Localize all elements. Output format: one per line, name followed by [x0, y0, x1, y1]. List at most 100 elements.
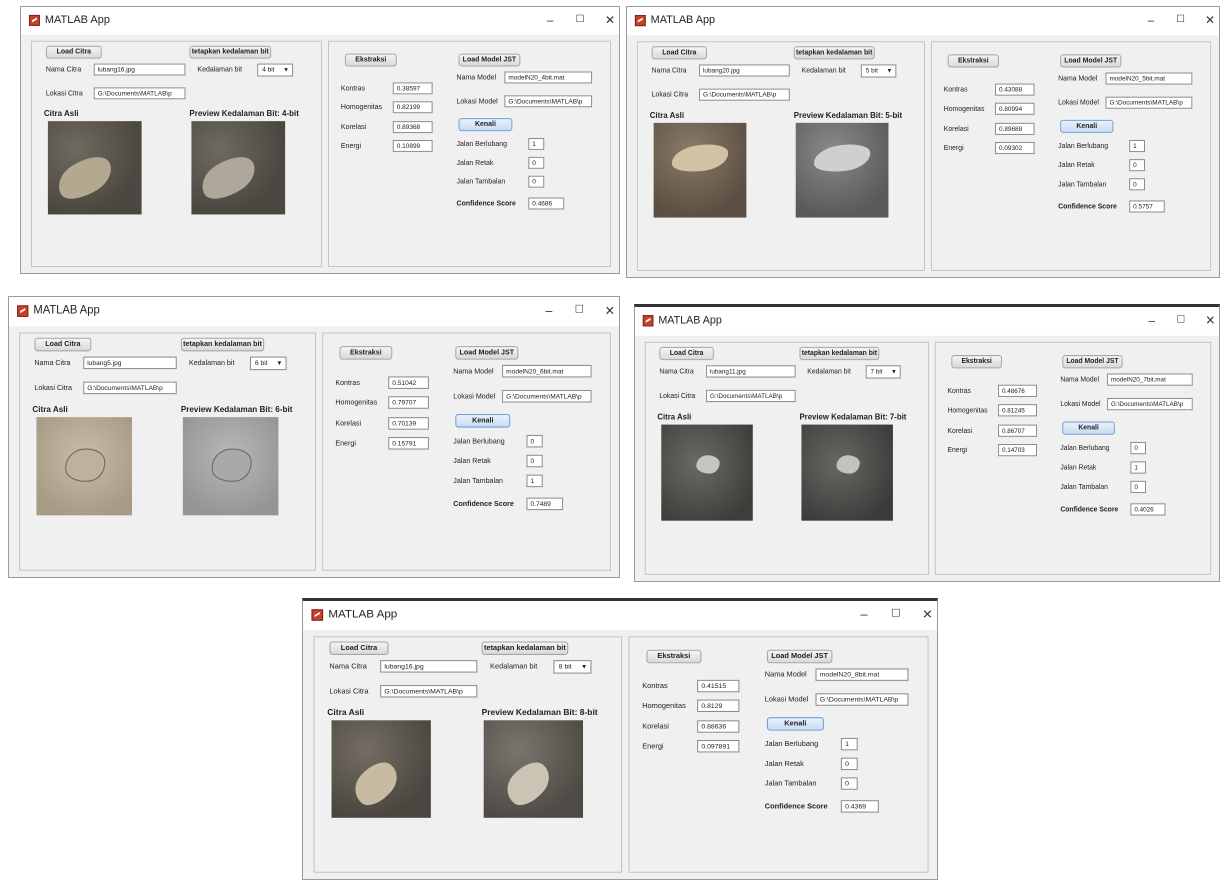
jalan-berlubang-field[interactable]: 0: [1130, 441, 1146, 455]
jalan-berlubang-field[interactable]: 1: [528, 138, 545, 150]
homogenitas-field[interactable]: 0.80994: [995, 102, 1035, 115]
lokasi-citra-field[interactable]: G:\Documents\MATLAB\p: [380, 685, 478, 698]
korelasi-field[interactable]: 0.70139: [388, 417, 429, 430]
jalan-retak-field[interactable]: 1: [1130, 461, 1146, 474]
tetapkan-kedalaman-bit-button[interactable]: tetapkan kedalaman bit: [793, 46, 875, 60]
kedalaman-bit-dropdown[interactable]: 7 bit ▼: [865, 365, 901, 379]
kontras-field[interactable]: 0.38597: [392, 82, 433, 95]
nama-citra-field[interactable]: lubang16.jpg: [380, 660, 478, 673]
jalan-retak-field[interactable]: 0: [526, 454, 543, 468]
title-bar[interactable]: MATLAB App – ☐ ✕: [21, 7, 619, 35]
korelasi-field[interactable]: 0.89368: [392, 121, 433, 134]
title-bar[interactable]: MATLAB App – ☐ ✕: [635, 307, 1219, 336]
minimize-icon[interactable]: –: [536, 301, 562, 320]
jalan-retak-field[interactable]: 0: [1129, 159, 1145, 172]
kontras-field[interactable]: 0.41515: [697, 679, 740, 693]
homogenitas-field[interactable]: 0.82199: [392, 101, 433, 114]
jalan-berlubang-field[interactable]: 0: [526, 434, 543, 448]
kenali-button[interactable]: Kenali: [1060, 119, 1114, 133]
nama-model-field[interactable]: modelN20_5bit.mat: [1105, 72, 1193, 85]
lokasi-model-field[interactable]: G:\Documents\MATLAB\p: [815, 693, 909, 706]
load-model-jst-button[interactable]: Load Model JST: [455, 346, 519, 360]
korelasi-field[interactable]: 0.86707: [998, 424, 1037, 437]
kedalaman-bit-dropdown[interactable]: 6 bit ▼: [249, 356, 287, 371]
minimize-icon[interactable]: –: [850, 605, 877, 624]
maximize-icon[interactable]: ☐: [1168, 11, 1194, 29]
lokasi-citra-field[interactable]: G:\Documents\MATLAB\p: [706, 389, 796, 403]
energi-field[interactable]: 0.14703: [998, 444, 1037, 457]
kontras-field[interactable]: 0.48676: [998, 384, 1037, 397]
title-bar[interactable]: MATLAB App – ☐ ✕: [627, 7, 1219, 36]
close-icon[interactable]: ✕: [597, 11, 619, 29]
confidence-score-field[interactable]: 0.5757: [1129, 200, 1165, 213]
korelasi-field[interactable]: 0.88636: [697, 720, 740, 733]
lokasi-model-field[interactable]: G:\Documents\MATLAB\p: [1107, 397, 1193, 411]
nama-model-field[interactable]: modelN20_8bit.mat: [815, 668, 909, 681]
lokasi-model-field[interactable]: G:\Documents\MATLAB\p: [504, 95, 593, 108]
confidence-score-field[interactable]: 0.4026: [1130, 503, 1166, 516]
load-citra-button[interactable]: Load Citra: [651, 46, 707, 60]
kedalaman-bit-dropdown[interactable]: 4 bit ▼: [257, 63, 294, 77]
korelasi-field[interactable]: 0.89688: [995, 122, 1035, 135]
kenali-button[interactable]: Kenali: [766, 717, 824, 731]
nama-citra-field[interactable]: lubang5.jpg: [83, 356, 177, 370]
ekstraksi-button[interactable]: Ekstraksi: [646, 649, 702, 664]
lokasi-citra-field[interactable]: G:\Documents\MATLAB\p: [83, 381, 177, 395]
minimize-icon[interactable]: –: [1139, 311, 1164, 329]
homogenitas-field[interactable]: 0.79707: [388, 396, 429, 409]
lokasi-citra-field[interactable]: G:\Documents\MATLAB\p: [93, 87, 186, 100]
energi-field[interactable]: 0.09302: [995, 142, 1035, 155]
close-icon[interactable]: ✕: [1197, 11, 1219, 29]
load-citra-button[interactable]: Load Citra: [329, 641, 389, 655]
jalan-retak-field[interactable]: 0: [840, 757, 858, 771]
maximize-icon[interactable]: ☐: [1168, 311, 1193, 329]
kedalaman-bit-dropdown[interactable]: 5 bit ▼: [860, 64, 897, 78]
tetapkan-kedalaman-bit-button[interactable]: tetapkan kedalaman bit: [481, 641, 569, 655]
jalan-retak-field[interactable]: 0: [528, 156, 545, 169]
close-icon[interactable]: ✕: [914, 605, 937, 624]
close-icon[interactable]: ✕: [1198, 311, 1219, 329]
load-model-jst-button[interactable]: Load Model JST: [1062, 355, 1123, 369]
nama-model-field[interactable]: modelN20_7bit.mat: [1107, 373, 1193, 386]
energi-field[interactable]: 0.10899: [392, 140, 433, 152]
load-model-jst-button[interactable]: Load Model JST: [1060, 54, 1122, 68]
energi-field[interactable]: 0.15791: [388, 437, 429, 450]
kenali-button[interactable]: Kenali: [458, 118, 513, 132]
homogenitas-field[interactable]: 0.8129: [697, 699, 740, 712]
minimize-icon[interactable]: –: [1138, 11, 1164, 29]
jalan-tambalan-field[interactable]: 1: [526, 474, 543, 488]
minimize-icon[interactable]: –: [537, 11, 563, 29]
title-bar[interactable]: MATLAB App – ☐ ✕: [303, 601, 937, 631]
nama-citra-field[interactable]: lubang16.jpg: [93, 63, 186, 76]
nama-citra-field[interactable]: lubang11.jpg: [706, 365, 796, 378]
confidence-score-field[interactable]: 0.4686: [528, 197, 565, 210]
ekstraksi-button[interactable]: Ekstraksi: [947, 54, 999, 68]
confidence-score-field[interactable]: 0.7489: [526, 497, 564, 511]
lokasi-model-field[interactable]: G:\Documents\MATLAB\p: [1105, 96, 1193, 109]
nama-model-field[interactable]: modelN20_4bit.mat: [504, 71, 593, 84]
jalan-tambalan-field[interactable]: 0: [1130, 480, 1146, 494]
jalan-tambalan-field[interactable]: 0: [840, 777, 858, 790]
tetapkan-kedalaman-bit-button[interactable]: tetapkan kedalaman bit: [799, 346, 880, 361]
kenali-button[interactable]: Kenali: [455, 414, 511, 428]
tetapkan-kedalaman-bit-button[interactable]: tetapkan kedalaman bit: [180, 337, 265, 352]
lokasi-model-field[interactable]: G:\Documents\MATLAB\p: [502, 389, 592, 403]
kontras-field[interactable]: 0.51042: [388, 376, 429, 389]
kontras-field[interactable]: 0.43088: [995, 83, 1035, 96]
kedalaman-bit-dropdown[interactable]: 8 bit ▼: [553, 660, 592, 674]
load-model-jst-button[interactable]: Load Model JST: [458, 53, 521, 67]
kenali-button[interactable]: Kenali: [1062, 421, 1115, 435]
close-icon[interactable]: ✕: [597, 301, 619, 320]
confidence-score-field[interactable]: 0.4369: [840, 800, 879, 813]
lokasi-citra-field[interactable]: G:\Documents\MATLAB\p: [699, 88, 790, 101]
load-citra-button[interactable]: Load Citra: [34, 337, 92, 352]
tetapkan-kedalaman-bit-button[interactable]: tetapkan kedalaman bit: [189, 45, 272, 59]
load-model-jst-button[interactable]: Load Model JST: [766, 649, 833, 664]
maximize-icon[interactable]: ☐: [882, 605, 909, 624]
jalan-tambalan-field[interactable]: 0: [528, 175, 545, 188]
jalan-tambalan-field[interactable]: 0: [1129, 178, 1145, 191]
maximize-icon[interactable]: ☐: [566, 301, 592, 320]
nama-citra-field[interactable]: lubang20.jpg: [699, 64, 790, 77]
nama-model-field[interactable]: modelN20_6bit.mat: [502, 364, 592, 378]
maximize-icon[interactable]: ☐: [567, 11, 593, 29]
